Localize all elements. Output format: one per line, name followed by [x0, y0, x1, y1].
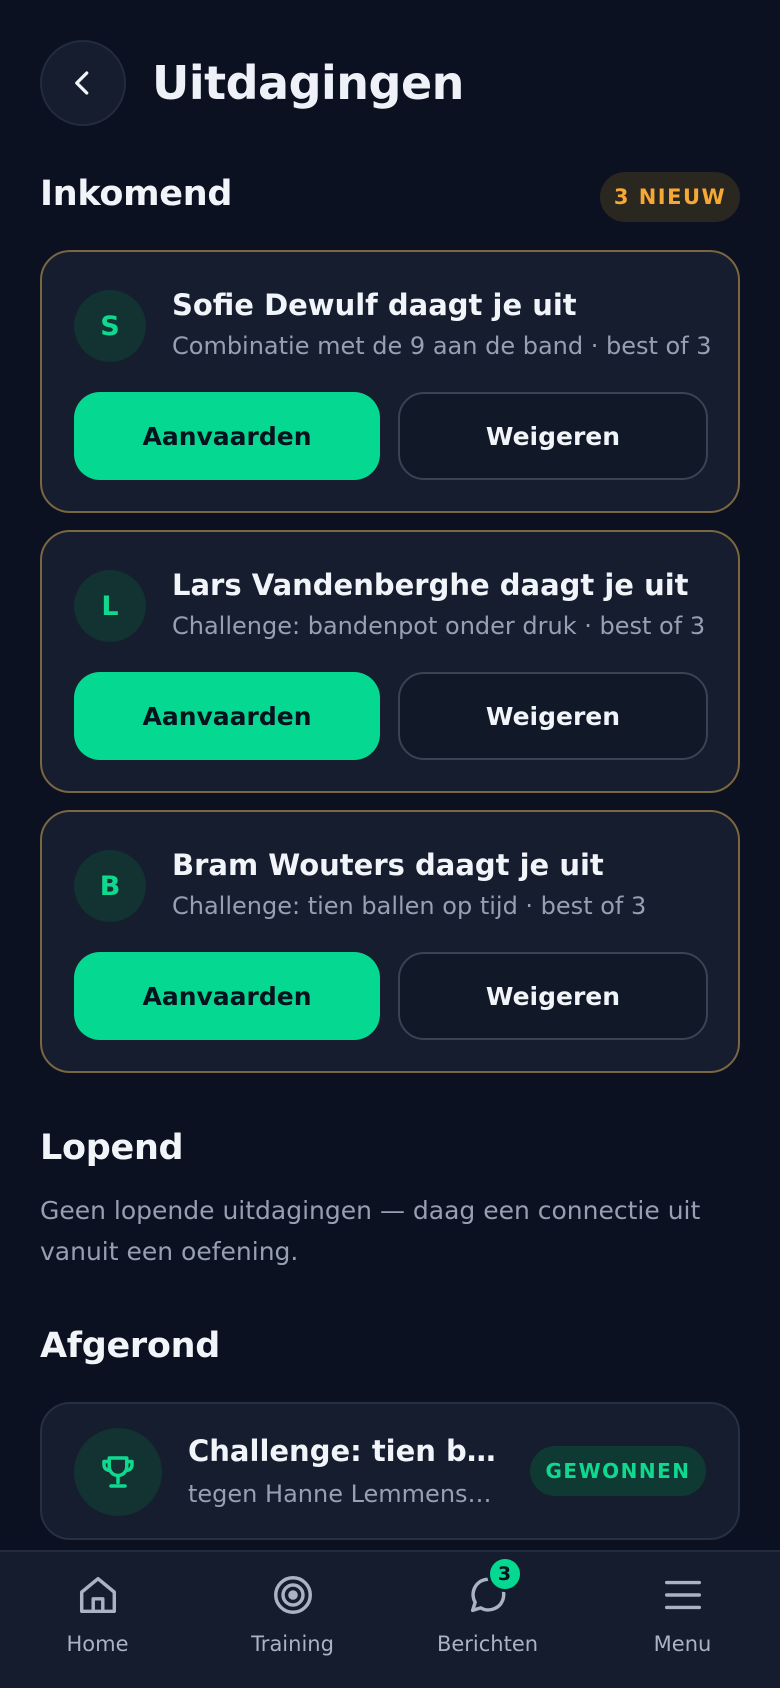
avatar: S: [74, 290, 146, 362]
avatar: B: [74, 850, 146, 922]
page-title: Uitdagingen: [152, 56, 464, 110]
chat-icon: 3: [461, 1556, 523, 1622]
nav-label: Training: [251, 1632, 334, 1656]
decline-button[interactable]: Weigeren: [398, 952, 708, 1040]
chevron-left-icon: [75, 71, 89, 95]
section-title-ongoing: Lopend: [40, 1128, 184, 1168]
finished-subtitle: tegen Hanne Lemmens · ...: [188, 1480, 498, 1508]
trophy-icon: [102, 1456, 134, 1488]
finished-challenge-card[interactable]: Challenge: tien balle... tegen Hanne Lem…: [40, 1402, 740, 1540]
section-title-finished: Afgerond: [40, 1326, 220, 1366]
challenges-screen: Uitdagingen Inkomend 3 NIEUW S Sofie Dew…: [0, 0, 780, 1688]
nav-item-home[interactable]: Home: [0, 1552, 195, 1688]
header: Uitdagingen: [40, 40, 464, 126]
result-badge: GEWONNEN: [530, 1446, 706, 1496]
home-icon: [71, 1568, 125, 1622]
accept-button[interactable]: Aanvaarden: [74, 392, 380, 480]
challenge-subtitle: Challenge: bandenpot onder druk · best o…: [172, 612, 706, 640]
nav-label: Menu: [653, 1632, 712, 1656]
section-title-incoming: Inkomend: [40, 174, 233, 214]
trophy-icon-circle: [74, 1428, 162, 1516]
avatar: L: [74, 570, 146, 642]
finished-title: Challenge: tien balle...: [188, 1434, 498, 1468]
decline-button[interactable]: Weigeren: [398, 392, 708, 480]
bottom-nav: Home Training 3 Berichten Menu: [0, 1550, 780, 1688]
nav-label: Home: [66, 1632, 129, 1656]
nav-label: Berichten: [436, 1632, 539, 1656]
challenge-card: L Lars Vandenberghe daagt je uit Challen…: [40, 530, 740, 793]
empty-state-text: Geen lopende uitdagingen — daag een conn…: [40, 1196, 701, 1266]
new-count-badge: 3 NIEUW: [600, 172, 740, 222]
unread-badge: 3: [486, 1556, 523, 1592]
menu-icon: [656, 1568, 710, 1622]
back-button[interactable]: [40, 40, 126, 126]
challenge-card: B Bram Wouters daagt je uit Challenge: t…: [40, 810, 740, 1073]
challenge-title: Sofie Dewulf daagt je uit: [172, 288, 577, 322]
challenge-subtitle: Challenge: tien ballen op tijd · best of…: [172, 892, 647, 920]
challenge-title: Bram Wouters daagt je uit: [172, 848, 604, 882]
challenge-title: Lars Vandenberghe daagt je uit: [172, 568, 689, 602]
nav-item-menu[interactable]: Menu: [585, 1552, 780, 1688]
nav-item-training[interactable]: Training: [195, 1552, 390, 1688]
accept-button[interactable]: Aanvaarden: [74, 952, 380, 1040]
nav-item-messages[interactable]: 3 Berichten: [390, 1552, 585, 1688]
challenge-card: S Sofie Dewulf daagt je uit Combinatie m…: [40, 250, 740, 513]
challenge-subtitle: Combinatie met de 9 aan de band · best o…: [172, 332, 712, 360]
target-icon: [266, 1568, 320, 1622]
accept-button[interactable]: Aanvaarden: [74, 672, 380, 760]
decline-button[interactable]: Weigeren: [398, 672, 708, 760]
